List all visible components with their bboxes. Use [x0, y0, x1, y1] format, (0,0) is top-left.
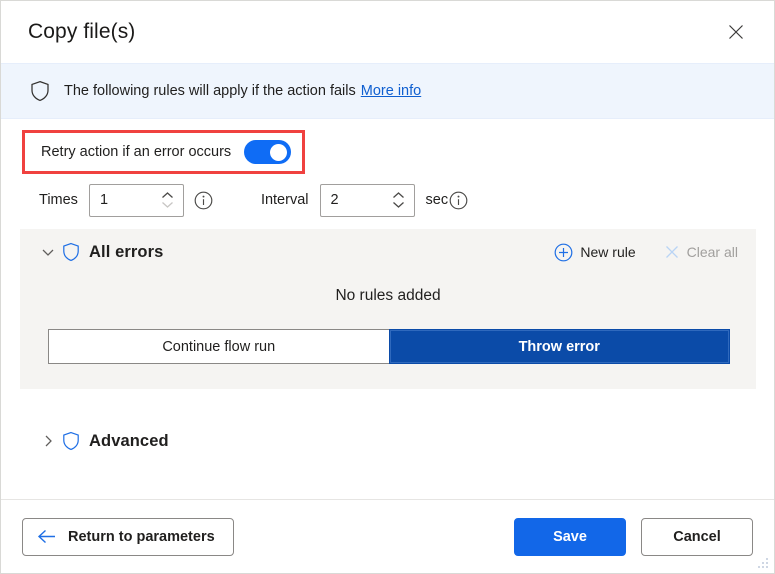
interval-label: Interval	[260, 192, 309, 208]
chevron-right-icon	[45, 435, 52, 447]
times-decrement-button[interactable]	[161, 200, 174, 209]
resize-grip-icon[interactable]	[756, 556, 770, 570]
dialog-body: Retry action if an error occurs Times 1	[1, 119, 774, 499]
more-info-link[interactable]: More info	[361, 83, 421, 99]
interval-unit-label: sec	[425, 192, 449, 208]
arrow-left-icon	[37, 529, 57, 544]
return-to-parameters-button[interactable]: Return to parameters	[22, 517, 234, 556]
return-to-parameters-label: Return to parameters	[68, 528, 215, 545]
shield-icon	[30, 80, 50, 102]
continue-flow-run-option[interactable]: Continue flow run	[48, 329, 390, 364]
shield-icon	[62, 242, 80, 262]
retry-highlight-annotation	[22, 130, 305, 174]
all-errors-panel: All errors New rule Clear all No rules a…	[20, 229, 756, 389]
dialog-footer: Return to parameters Save Cancel	[1, 499, 774, 573]
close-icon	[729, 25, 743, 39]
advanced-title: Advanced	[89, 431, 169, 450]
times-increment-button[interactable]	[161, 191, 174, 200]
clear-all-label: Clear all	[686, 244, 738, 260]
all-errors-title: All errors	[89, 242, 164, 261]
all-errors-header[interactable]: All errors New rule Clear all	[20, 229, 756, 275]
times-stepper-arrows	[157, 185, 183, 216]
throw-error-option[interactable]: Throw error	[388, 329, 730, 364]
banner-text: The following rules will apply if the ac…	[64, 83, 356, 99]
new-rule-label: New rule	[580, 244, 636, 260]
error-behavior-segmented-control: Continue flow run Throw error	[48, 329, 730, 364]
all-errors-collapse-button[interactable]	[38, 245, 58, 259]
interval-info-icon[interactable]	[449, 191, 468, 210]
interval-stepper-arrows	[388, 185, 414, 216]
interval-decrement-button[interactable]	[392, 200, 405, 209]
advanced-section-header[interactable]: Advanced	[20, 419, 756, 463]
close-button[interactable]	[716, 13, 756, 51]
copy-files-dialog: Copy file(s) The following rules will ap…	[0, 0, 775, 574]
no-rules-text: No rules added	[335, 287, 441, 304]
chevron-up-icon	[393, 192, 404, 198]
page-title: Copy file(s)	[28, 20, 136, 43]
chevron-down-icon	[162, 202, 174, 208]
clear-all-button[interactable]: Clear all	[664, 244, 738, 260]
cancel-button[interactable]: Cancel	[641, 517, 753, 556]
chevron-down-icon	[393, 202, 404, 208]
shield-icon	[62, 431, 80, 451]
interval-input[interactable]: 2	[321, 185, 388, 216]
chevron-down-icon	[42, 249, 54, 256]
retry-settings-row: Times 1 Interval 2 sec	[39, 182, 468, 218]
interval-increment-button[interactable]	[392, 191, 405, 200]
dialog-titlebar: Copy file(s)	[1, 1, 774, 63]
times-stepper[interactable]: 1	[88, 183, 184, 217]
times-info-icon[interactable]	[194, 191, 213, 210]
times-label: Times	[39, 192, 78, 208]
circle-plus-icon	[554, 243, 573, 262]
times-input[interactable]: 1	[90, 185, 157, 216]
save-button[interactable]: Save	[514, 517, 626, 556]
info-banner: The following rules will apply if the ac…	[1, 63, 774, 119]
close-x-icon	[664, 244, 680, 260]
advanced-expand-button[interactable]	[38, 434, 58, 448]
chevron-up-icon	[162, 192, 174, 198]
new-rule-button[interactable]: New rule	[554, 243, 636, 262]
interval-stepper[interactable]: 2	[319, 183, 415, 217]
